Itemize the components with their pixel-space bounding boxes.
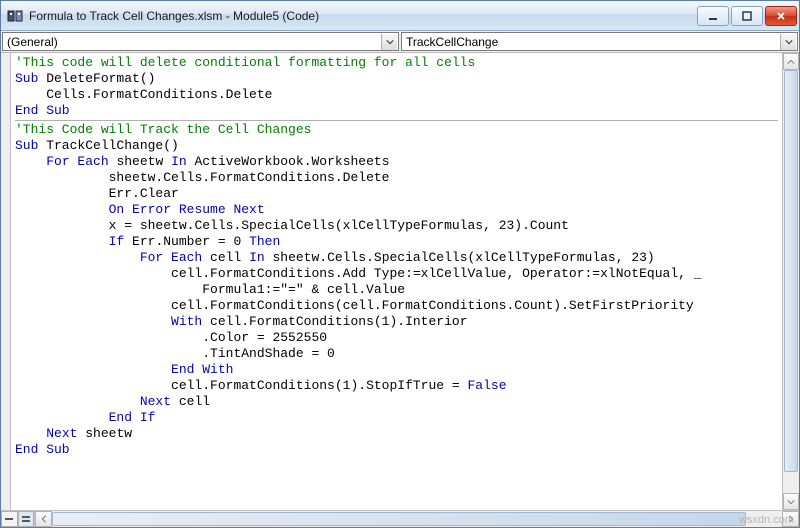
close-button[interactable] [765, 6, 797, 26]
chevron-down-icon [381, 34, 397, 50]
code-line[interactable]: .TintAndShade = 0 [15, 346, 778, 362]
app-icon [7, 8, 23, 24]
code-line[interactable]: Err.Clear [15, 186, 778, 202]
code-line[interactable]: cell.FormatConditions(1).StopIfTrue = Fa… [15, 378, 778, 394]
code-line[interactable]: sheetw.Cells.FormatConditions.Delete [15, 170, 778, 186]
code-area-wrap: 'This code will delete conditional forma… [1, 53, 799, 510]
code-line[interactable]: 'This code will delete conditional forma… [15, 55, 778, 71]
indicator-margin[interactable] [1, 53, 11, 510]
code-line[interactable]: 'This Code will Track the Cell Changes [15, 122, 778, 138]
code-line[interactable]: x = sheetw.Cells.SpecialCells(xlCellType… [15, 218, 778, 234]
code-line[interactable]: On Error Resume Next [15, 202, 778, 218]
full-module-view-button[interactable] [18, 511, 35, 527]
scroll-track[interactable] [783, 70, 799, 493]
scroll-down-button[interactable] [783, 493, 799, 510]
window-controls [697, 6, 797, 26]
code-line[interactable]: With cell.FormatConditions(1).Interior [15, 314, 778, 330]
combo-row: (General) TrackCellChange [1, 31, 799, 53]
scroll-up-button[interactable] [783, 53, 799, 70]
code-line[interactable]: Cells.FormatConditions.Delete [15, 87, 778, 103]
code-line[interactable]: For Each sheetw In ActiveWorkbook.Worksh… [15, 154, 778, 170]
code-line[interactable]: .Color = 2552550 [15, 330, 778, 346]
watermark: wsxdn.com [739, 514, 794, 526]
code-line[interactable]: End If [15, 410, 778, 426]
view-toggle [1, 511, 35, 527]
minimize-button[interactable] [697, 6, 729, 26]
window-title: Formula to Track Cell Changes.xlsm - Mod… [29, 9, 697, 23]
code-line[interactable]: End Sub [15, 442, 778, 458]
code-line[interactable]: Next sheetw [15, 426, 778, 442]
chevron-down-icon [780, 34, 796, 50]
code-line[interactable]: cell.FormatConditions.Add Type:=xlCellVa… [15, 266, 778, 282]
code-line[interactable]: Sub DeleteFormat() [15, 71, 778, 87]
vertical-scrollbar[interactable] [782, 53, 799, 510]
code-line[interactable]: End Sub [15, 103, 778, 119]
code-editor[interactable]: 'This code will delete conditional forma… [11, 53, 782, 510]
scroll-thumb-h[interactable] [52, 512, 746, 526]
procedure-combobox[interactable]: TrackCellChange [401, 32, 798, 51]
procedure-view-button[interactable] [1, 511, 18, 527]
code-line[interactable]: Next cell [15, 394, 778, 410]
procedure-separator [15, 120, 778, 121]
scroll-thumb[interactable] [784, 70, 798, 472]
code-window: Formula to Track Cell Changes.xlsm - Mod… [0, 0, 800, 528]
code-line[interactable]: For Each cell In sheetw.Cells.SpecialCel… [15, 250, 778, 266]
code-line[interactable]: Formula1:="=" & cell.Value [15, 282, 778, 298]
scroll-track-h[interactable] [52, 511, 782, 527]
code-line[interactable]: End With [15, 362, 778, 378]
code-line[interactable]: If Err.Number = 0 Then [15, 234, 778, 250]
code-line[interactable]: cell.FormatConditions(cell.FormatConditi… [15, 298, 778, 314]
titlebar[interactable]: Formula to Track Cell Changes.xlsm - Mod… [1, 1, 799, 31]
horizontal-scrollbar[interactable] [1, 510, 799, 527]
object-combobox[interactable]: (General) [2, 32, 399, 51]
procedure-combobox-value: TrackCellChange [406, 35, 780, 49]
object-combobox-value: (General) [7, 35, 381, 49]
scroll-left-button[interactable] [35, 511, 52, 527]
code-line[interactable]: Sub TrackCellChange() [15, 138, 778, 154]
maximize-button[interactable] [731, 6, 763, 26]
